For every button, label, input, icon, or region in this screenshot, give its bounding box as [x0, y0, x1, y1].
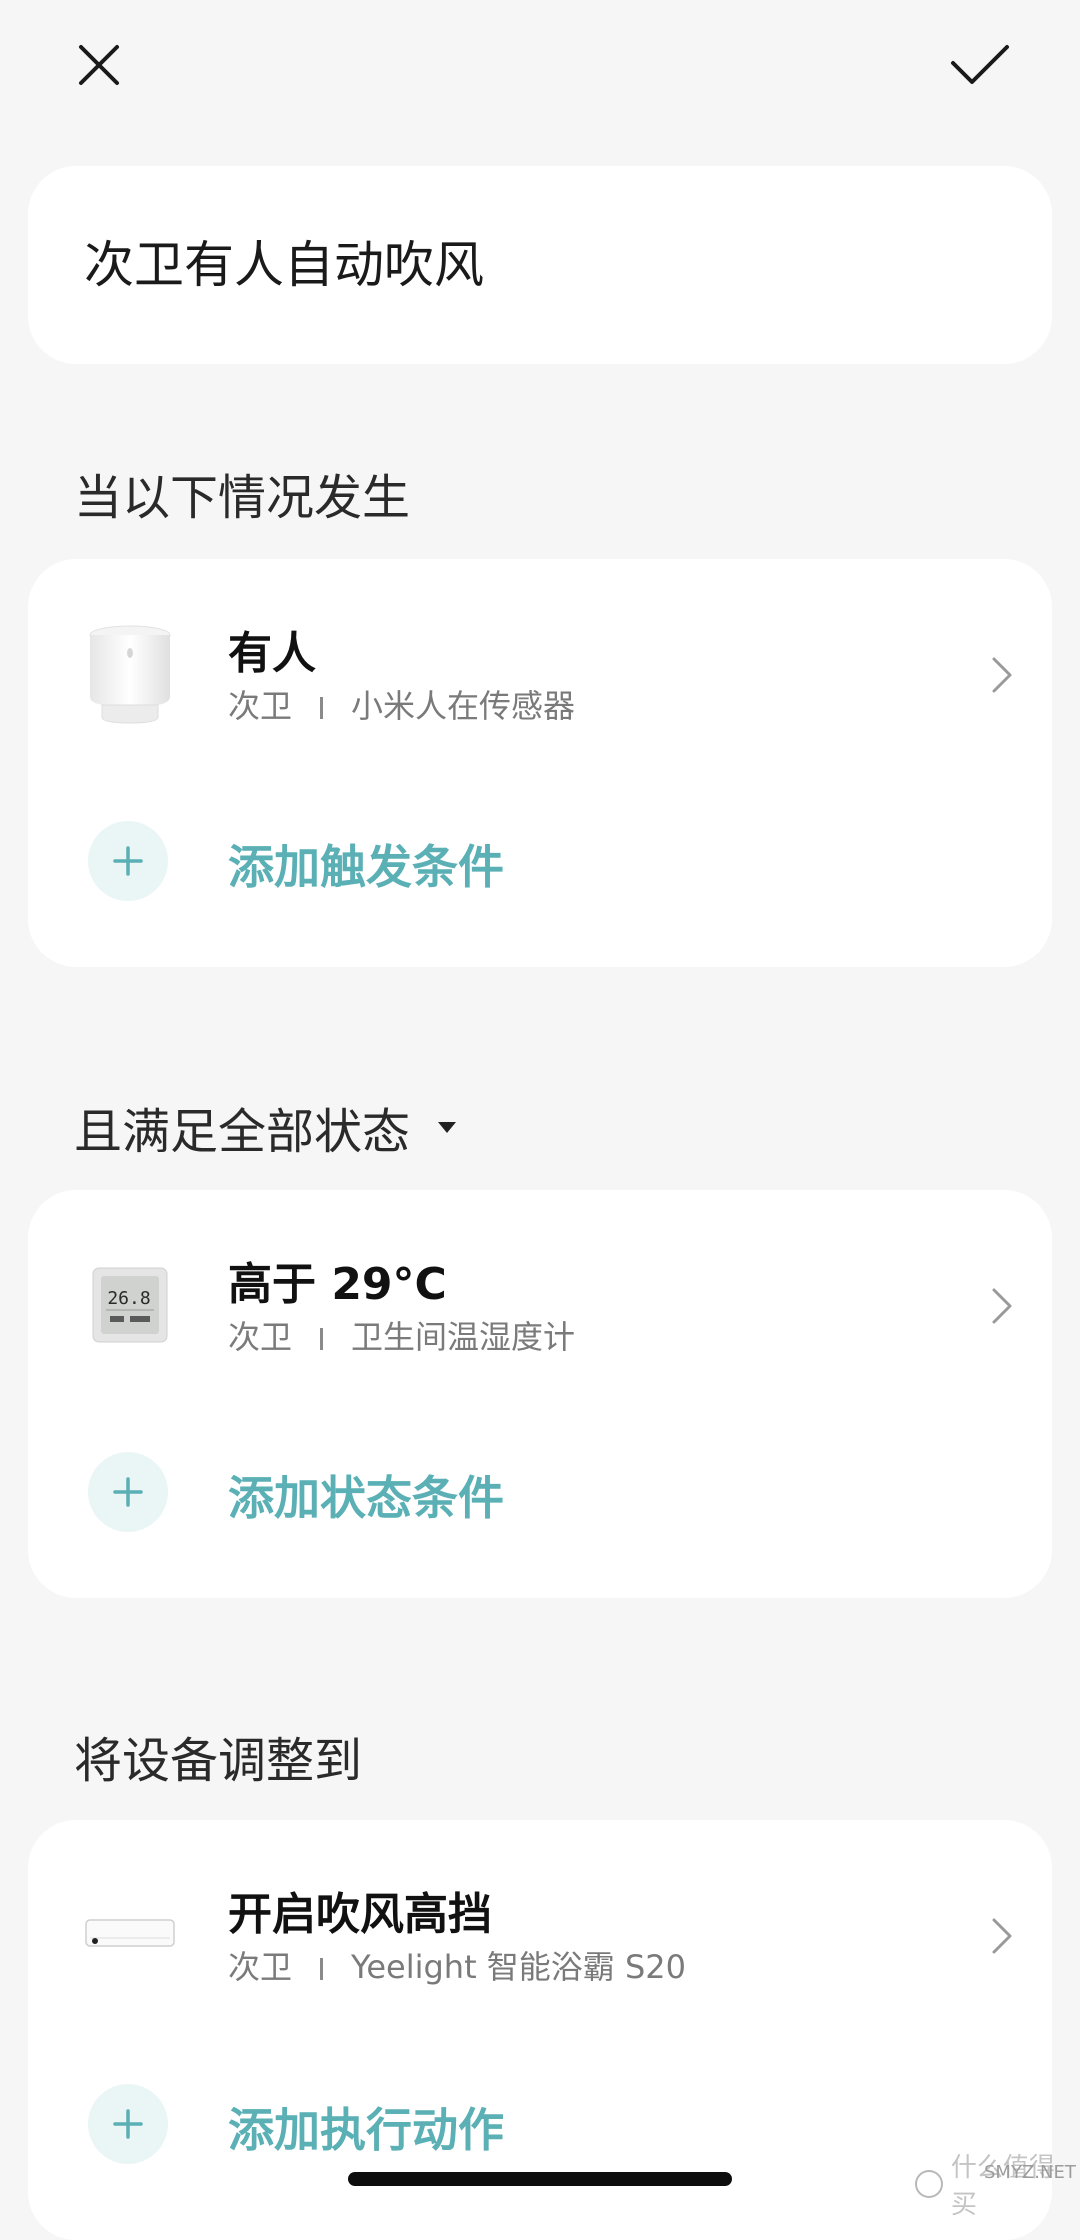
- separator: [320, 1328, 324, 1350]
- bath-heater-icon: [85, 1919, 175, 1947]
- scene-name-card[interactable]: 次卫有人自动吹风: [28, 166, 1052, 364]
- trigger-section-title: 当以下情况发生: [74, 470, 411, 526]
- action-item-title: 开启吹风高挡: [228, 1889, 492, 1940]
- close-button[interactable]: [64, 30, 134, 100]
- plus-circle: [88, 1452, 168, 1532]
- separator: [320, 697, 324, 719]
- chevron-right-icon: [992, 657, 1012, 693]
- add-condition-label: 添加状态条件: [228, 1471, 504, 1525]
- condition-item[interactable]: 26.8 高于 29°C 次卫 卫生间温湿度计: [28, 1190, 1052, 1418]
- condition-item-subtitle: 次卫 卫生间温湿度计: [228, 1312, 575, 1358]
- motion-sensor-icon: [89, 625, 171, 724]
- top-bar: [0, 0, 1080, 130]
- action-item[interactable]: 开启吹风高挡 次卫 Yeelight 智能浴霸 S20: [28, 1820, 1052, 2048]
- condition-item-device: 卫生间温湿度计: [351, 1318, 576, 1356]
- confirm-button[interactable]: [945, 30, 1015, 100]
- watermark-logo-icon: [915, 2170, 943, 2198]
- watermark: 什么值得买: [915, 2147, 1080, 2221]
- condition-item-title: 高于 29°C: [228, 1259, 447, 1310]
- check-icon: [951, 45, 1009, 84]
- condition-section-label: 且满足全部状态: [74, 1104, 411, 1160]
- watermark-text: 什么值得买: [950, 2153, 1055, 2220]
- trigger-item-device: 小米人在传感器: [351, 687, 576, 725]
- chevron-right-icon: [992, 1918, 1012, 1954]
- add-condition-button[interactable]: 添加状态条件: [28, 1450, 1052, 1570]
- trigger-item-title: 有人: [228, 628, 316, 679]
- plus-icon: [113, 1477, 143, 1507]
- condition-item-room: 次卫: [228, 1318, 293, 1356]
- action-item-room: 次卫: [228, 1948, 293, 1986]
- caret-down-icon[interactable]: [438, 1121, 457, 1133]
- add-trigger-button[interactable]: 添加触发条件: [28, 819, 1052, 939]
- trigger-card: 有人 次卫 小米人在传感器 添加触发条件: [28, 559, 1052, 967]
- condition-section-title[interactable]: 且满足全部状态: [74, 1092, 457, 1162]
- thermometer-hygrometer-icon: 26.8: [92, 1267, 168, 1343]
- action-item-subtitle: 次卫 Yeelight 智能浴霸 S20: [228, 1942, 686, 1988]
- scene-name[interactable]: 次卫有人自动吹风: [84, 166, 484, 364]
- watermark-url: SMYZ.NET: [984, 2162, 1076, 2183]
- plus-icon: [113, 846, 143, 876]
- action-section-title: 将设备调整到: [74, 1733, 363, 1789]
- trigger-item-subtitle: 次卫 小米人在传感器: [228, 681, 575, 727]
- chevron-right-icon: [992, 1288, 1012, 1324]
- close-icon: [79, 45, 119, 85]
- add-trigger-label: 添加触发条件: [228, 840, 504, 894]
- trigger-item-room: 次卫: [228, 687, 293, 725]
- condition-card: 26.8 高于 29°C 次卫 卫生间温湿度计 添加状态条件: [28, 1190, 1052, 1598]
- add-action-label: 添加执行动作: [228, 2103, 504, 2157]
- home-indicator[interactable]: [348, 2172, 732, 2186]
- separator: [320, 1958, 324, 1980]
- plus-circle: [88, 2084, 168, 2164]
- plus-icon: [113, 2109, 143, 2139]
- trigger-item[interactable]: 有人 次卫 小米人在传感器: [28, 559, 1052, 787]
- display-reading: 26.8: [107, 1288, 150, 1309]
- plus-circle: [88, 821, 168, 901]
- action-item-device: Yeelight 智能浴霸 S20: [351, 1948, 686, 1986]
